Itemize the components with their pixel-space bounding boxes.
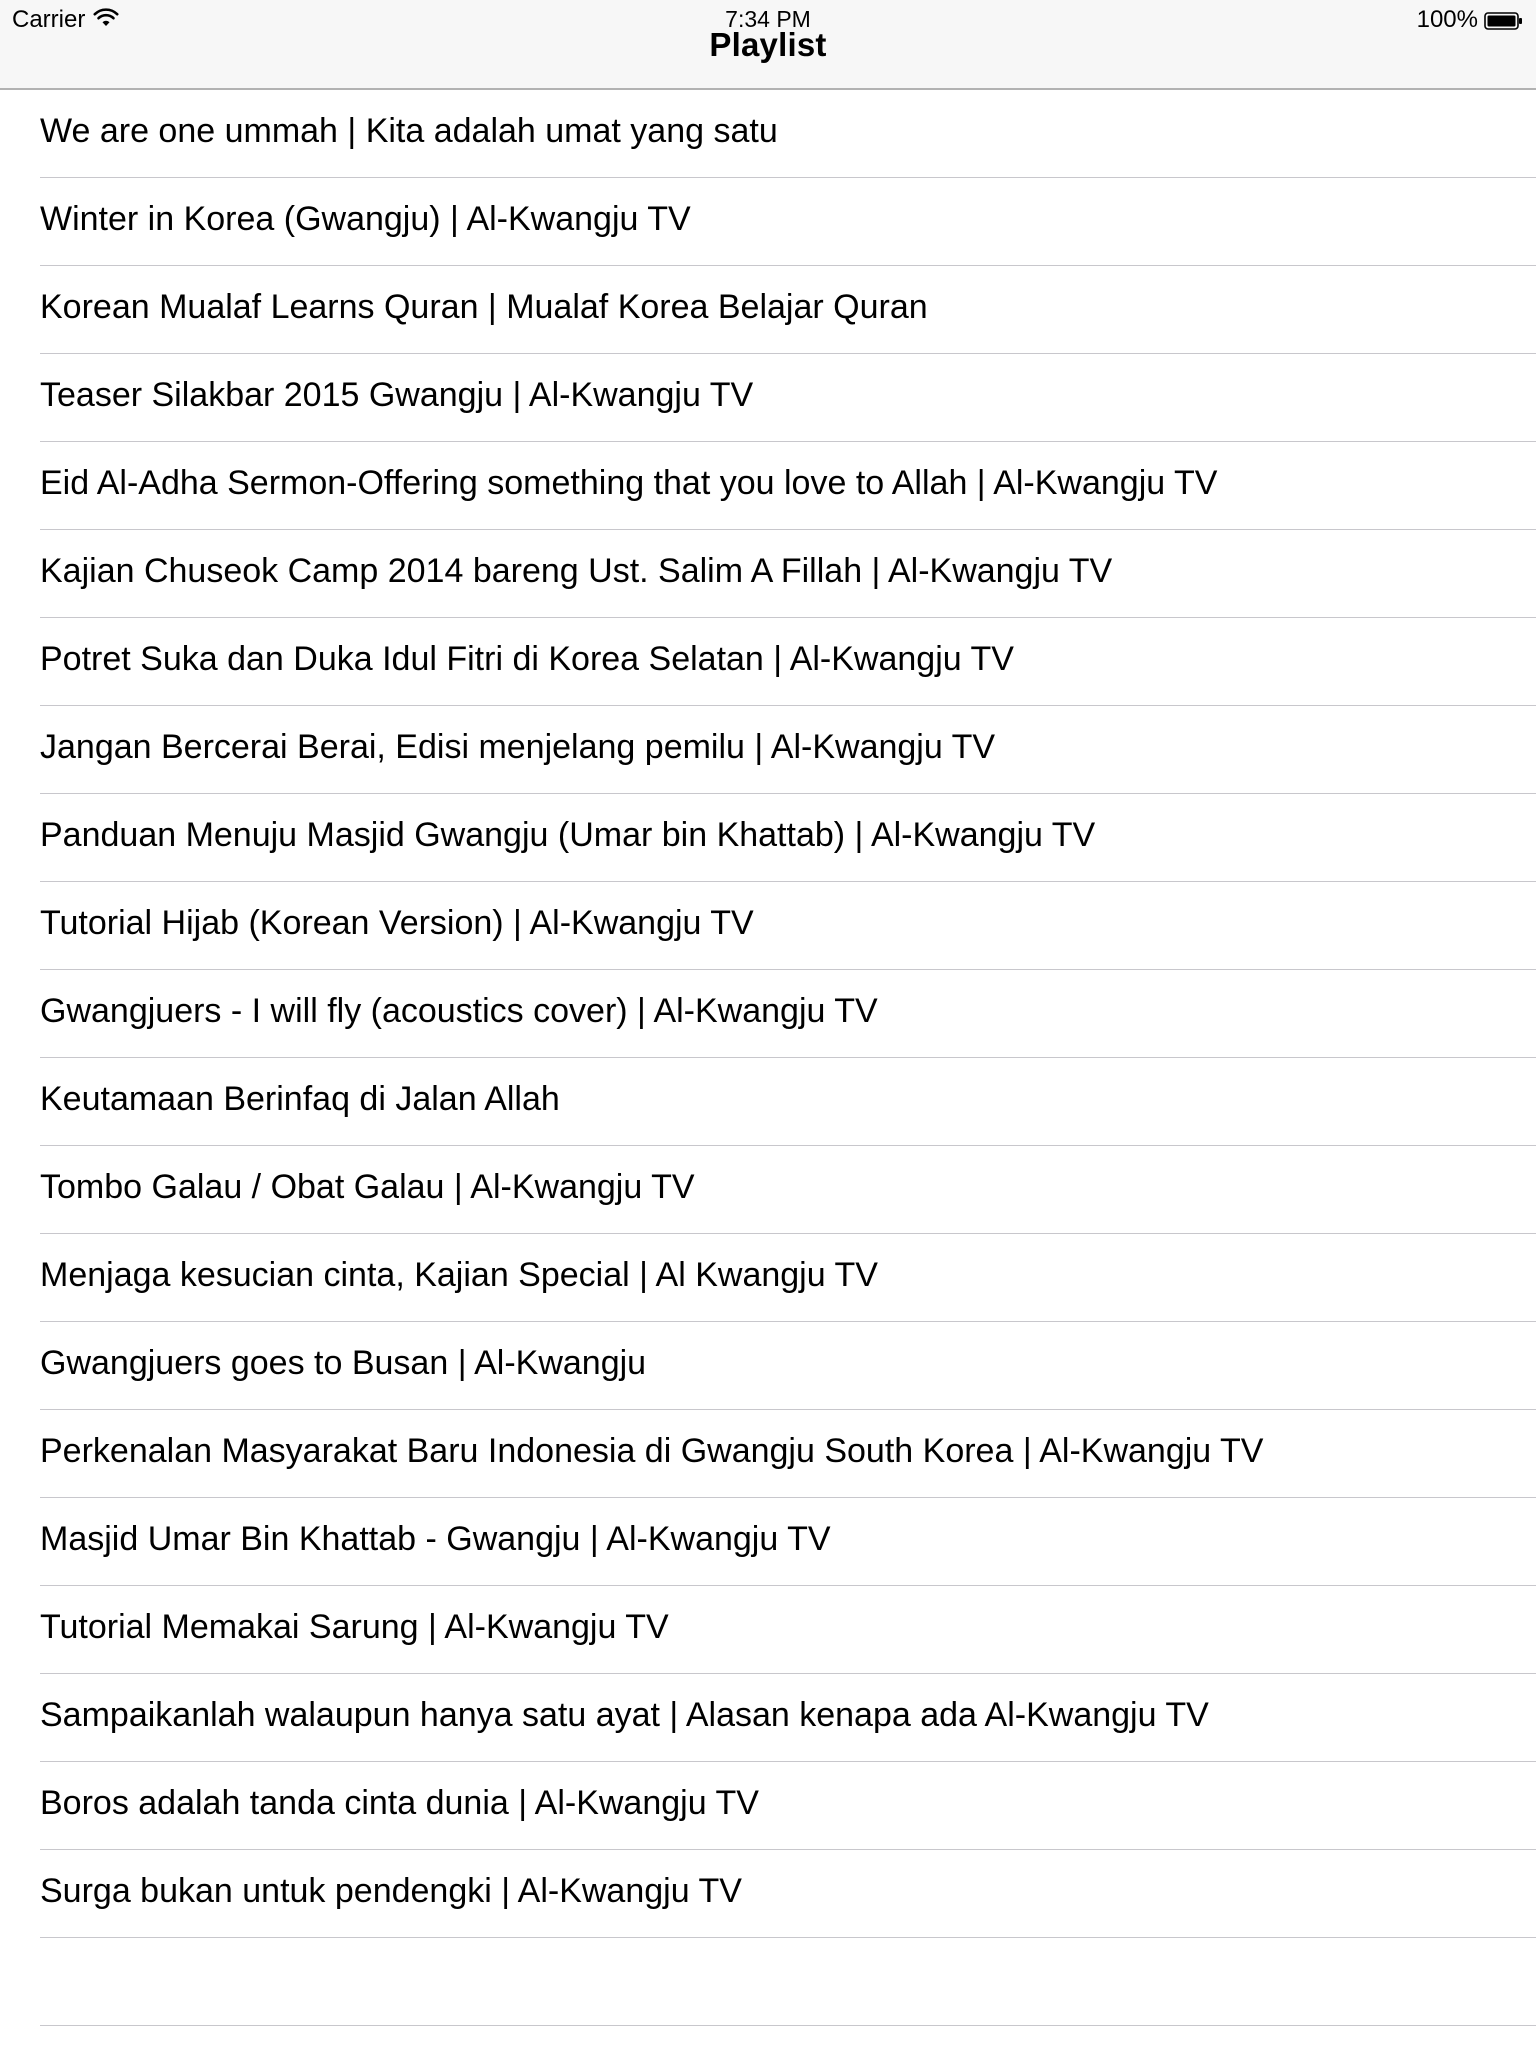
playlist-row[interactable]: Panduan Menuju Masjid Gwangju (Umar bin … bbox=[0, 794, 1536, 882]
playlist-row[interactable]: Surga bukan untuk pendengki | Al-Kwangju… bbox=[0, 1850, 1536, 1938]
playlist-row-title: Gwangjuers - I will fly (acoustics cover… bbox=[40, 992, 878, 1030]
playlist-row-title: Tombo Galau / Obat Galau | Al-Kwangju TV bbox=[40, 1168, 695, 1206]
row-separator bbox=[40, 2025, 1536, 2026]
playlist-row[interactable]: Perkenalan Masyarakat Baru Indonesia di … bbox=[0, 1410, 1536, 1498]
playlist-row[interactable]: Korean Mualaf Learns Quran | Mualaf Kore… bbox=[0, 266, 1536, 354]
playlist-row-title: Winter in Korea (Gwangju) | Al-Kwangju T… bbox=[40, 200, 691, 238]
playlist-row[interactable]: Tombo Galau / Obat Galau | Al-Kwangju TV bbox=[0, 1146, 1536, 1234]
playlist-row[interactable]: Menjaga kesucian cinta, Kajian Special |… bbox=[0, 1234, 1536, 1322]
playlist-row-title: Jangan Bercerai Berai, Edisi menjelang p… bbox=[40, 728, 996, 766]
playlist-row[interactable]: Teaser Silakbar 2015 Gwangju | Al-Kwangj… bbox=[0, 354, 1536, 442]
playlist-row-title: Masjid Umar Bin Khattab - Gwangju | Al-K… bbox=[40, 1520, 831, 1558]
empty-row bbox=[0, 1938, 1536, 2026]
page-title: Playlist bbox=[709, 26, 827, 63]
playlist-row-title: Teaser Silakbar 2015 Gwangju | Al-Kwangj… bbox=[40, 376, 754, 414]
playlist-row-title: Tutorial Memakai Sarung | Al-Kwangju TV bbox=[40, 1608, 669, 1646]
playlist-row[interactable]: Potret Suka dan Duka Idul Fitri di Korea… bbox=[0, 618, 1536, 706]
playlist-row[interactable]: Keutamaan Berinfaq di Jalan Allah bbox=[0, 1058, 1536, 1146]
playlist-row[interactable]: Jangan Bercerai Berai, Edisi menjelang p… bbox=[0, 706, 1536, 794]
playlist-row-title: Gwangjuers goes to Busan | Al-Kwangju bbox=[40, 1344, 647, 1382]
playlist-row[interactable]: Sampaikanlah walaupun hanya satu ayat | … bbox=[0, 1674, 1536, 1762]
playlist-row-title: Eid Al-Adha Sermon-Offering something th… bbox=[40, 464, 1218, 502]
playlist-row-title: Keutamaan Berinfaq di Jalan Allah bbox=[40, 1080, 560, 1118]
playlist-row-title: Korean Mualaf Learns Quran | Mualaf Kore… bbox=[40, 288, 928, 326]
playlist-row[interactable]: Winter in Korea (Gwangju) | Al-Kwangju T… bbox=[0, 178, 1536, 266]
playlist-row-title: We are one ummah | Kita adalah umat yang… bbox=[40, 112, 778, 150]
playlist-row[interactable]: Boros adalah tanda cinta dunia | Al-Kwan… bbox=[0, 1762, 1536, 1850]
playlist-row-title: Surga bukan untuk pendengki | Al-Kwangju… bbox=[40, 1872, 742, 1910]
playlist-row[interactable]: Eid Al-Adha Sermon-Offering something th… bbox=[0, 442, 1536, 530]
playlist-row[interactable]: Kajian Chuseok Camp 2014 bareng Ust. Sal… bbox=[0, 530, 1536, 618]
playlist-table[interactable]: We are one ummah | Kita adalah umat yang… bbox=[0, 90, 1536, 2026]
playlist-row-title: Sampaikanlah walaupun hanya satu ayat | … bbox=[40, 1696, 1209, 1734]
navigation-bar: Playlist bbox=[0, 26, 1536, 90]
playlist-row-title: Panduan Menuju Masjid Gwangju (Umar bin … bbox=[40, 816, 1096, 854]
playlist-row-title: Potret Suka dan Duka Idul Fitri di Korea… bbox=[40, 640, 1014, 678]
playlist-row-title: Tutorial Hijab (Korean Version) | Al-Kwa… bbox=[40, 904, 754, 942]
playlist-row-title: Kajian Chuseok Camp 2014 bareng Ust. Sal… bbox=[40, 552, 1113, 590]
playlist-row[interactable]: Tutorial Memakai Sarung | Al-Kwangju TV bbox=[0, 1586, 1536, 1674]
playlist-row-title: Menjaga kesucian cinta, Kajian Special |… bbox=[40, 1256, 878, 1294]
playlist-row[interactable]: We are one ummah | Kita adalah umat yang… bbox=[0, 90, 1536, 178]
playlist-row-title: Perkenalan Masyarakat Baru Indonesia di … bbox=[40, 1432, 1264, 1470]
battery-icon bbox=[1484, 9, 1524, 30]
playlist-row[interactable]: Tutorial Hijab (Korean Version) | Al-Kwa… bbox=[0, 882, 1536, 970]
playlist-row[interactable]: Masjid Umar Bin Khattab - Gwangju | Al-K… bbox=[0, 1498, 1536, 1586]
playlist-row-title: Boros adalah tanda cinta dunia | Al-Kwan… bbox=[40, 1784, 759, 1822]
playlist-row[interactable]: Gwangjuers - I will fly (acoustics cover… bbox=[0, 970, 1536, 1058]
playlist-row[interactable]: Gwangjuers goes to Busan | Al-Kwangju bbox=[0, 1322, 1536, 1410]
